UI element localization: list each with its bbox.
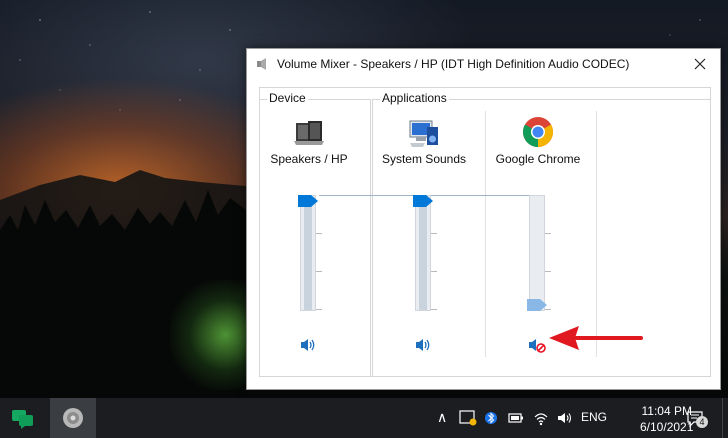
slider-tick [431, 309, 437, 310]
channel-google-chrome: Google Chrome [483, 115, 593, 355]
channel-name: System Sounds [381, 152, 467, 166]
channel-divider [596, 111, 597, 357]
slider-tick [316, 309, 322, 310]
slider-tick [316, 233, 322, 234]
speaker-icon [257, 58, 266, 70]
system-sounds-icon[interactable] [407, 115, 441, 149]
mute-toggle-button[interactable] [414, 337, 432, 353]
wifi-icon[interactable] [533, 410, 549, 426]
show-hidden-icons-chevron[interactable]: ∧ [437, 409, 447, 426]
channel-system-sounds: System Sounds [369, 115, 479, 355]
volume-slider-track[interactable] [529, 195, 545, 311]
device-group-label: Device [267, 91, 308, 105]
chat-icon [12, 410, 33, 429]
battery-icon[interactable] [508, 410, 524, 426]
show-desktop-button[interactable] [722, 398, 728, 438]
slider-tick [316, 271, 322, 272]
channel-name: Google Chrome [495, 152, 581, 166]
volume-slider-track[interactable] [415, 195, 431, 311]
channel-speakers: Speakers / HP [254, 115, 364, 355]
channel-name: Speakers / HP [270, 152, 348, 166]
volume-level-fill [304, 196, 312, 310]
speakers-icon[interactable] [292, 115, 326, 149]
taskbar: ∧ ENG 11:04 PM 6/10/2021 4 [0, 398, 728, 438]
volume-slider-track[interactable] [300, 195, 316, 311]
volume-slider-thumb[interactable] [527, 299, 547, 311]
volume-slider-thumb[interactable] [413, 195, 433, 207]
slider-tick [431, 233, 437, 234]
volume-tray-icon[interactable] [557, 410, 573, 426]
close-icon [694, 58, 706, 70]
volume-level-fill [419, 196, 427, 310]
notification-count-badge: 4 [696, 416, 708, 428]
clock-date: 6/10/2021 [640, 420, 694, 434]
slider-tick [545, 233, 551, 234]
bluetooth-icon[interactable] [485, 410, 497, 426]
slider-tick [545, 271, 551, 272]
security-icon[interactable] [459, 410, 477, 426]
annotation-arrow-icon [549, 326, 643, 350]
applications-group-label: Applications [380, 91, 449, 105]
volume-mixer-window: Volume Mixer - Speakers / HP (IDT High D… [246, 48, 721, 390]
input-language[interactable]: ENG [581, 410, 607, 424]
slider-tick [431, 271, 437, 272]
window-title: Volume Mixer - Speakers / HP (IDT High D… [277, 57, 630, 71]
mute-toggle-button[interactable] [299, 337, 317, 353]
taskbar-app-volume-mixer[interactable] [50, 398, 96, 438]
volume-slider-thumb[interactable] [298, 195, 318, 207]
clock[interactable]: 11:04 PM 6/10/2021 [640, 403, 694, 435]
taskbar-app-hangouts[interactable] [0, 398, 46, 438]
close-button[interactable] [680, 49, 720, 79]
title-bar[interactable]: Volume Mixer - Speakers / HP (IDT High D… [247, 49, 720, 79]
clock-time: 11:04 PM [641, 404, 692, 418]
muted-speaker-button[interactable] [528, 337, 546, 353]
chrome-icon[interactable] [521, 115, 555, 149]
speaker-app-icon [63, 408, 83, 428]
